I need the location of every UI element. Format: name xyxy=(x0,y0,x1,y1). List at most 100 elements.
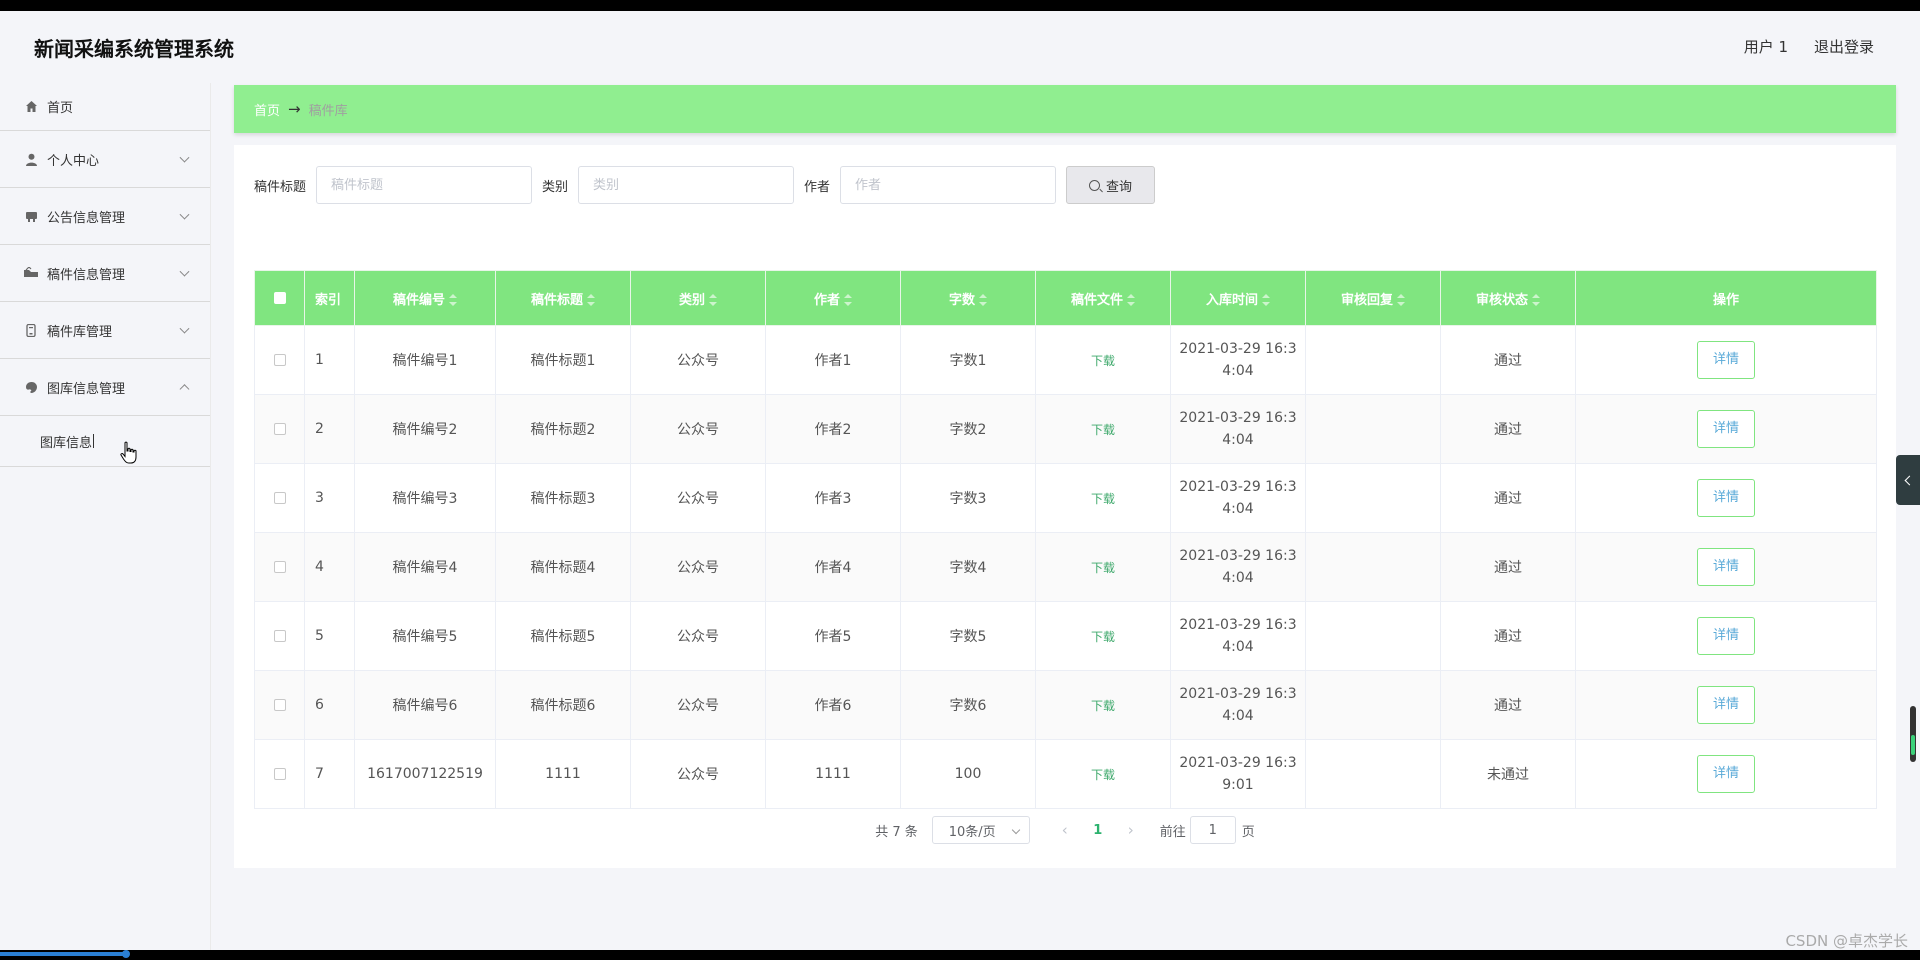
sort-icon[interactable] xyxy=(1127,294,1135,306)
row-checkbox[interactable] xyxy=(273,768,286,780)
download-link[interactable]: 下载 xyxy=(1091,768,1115,782)
cell-code: 稿件编号2 xyxy=(354,394,496,464)
time-line-2: 4:04 xyxy=(1222,432,1254,448)
sort-icon[interactable] xyxy=(587,294,595,306)
row-checkbox[interactable] xyxy=(273,630,286,642)
sidebar-item-home[interactable]: 首页 xyxy=(0,83,210,131)
sidebar-subitem-gallery-info[interactable]: 图库信息 xyxy=(0,416,210,467)
table-row: 5 稿件编号5 稿件标题5 公众号 作者5 字数5 下载 2021-03-29 16:3 4:0… xyxy=(254,601,1877,671)
row-select-cell[interactable] xyxy=(254,394,305,464)
side-panel-toggle[interactable] xyxy=(1896,455,1920,505)
download-link[interactable]: 下载 xyxy=(1091,630,1115,644)
column-header-category[interactable]: 类别 xyxy=(630,270,766,326)
query-button[interactable]: 查询 xyxy=(1066,166,1156,204)
cell-category: 公众号 xyxy=(630,739,766,809)
row-checkbox[interactable] xyxy=(273,561,286,573)
time-line-1: 2021-03-29 16:3 xyxy=(1179,479,1297,495)
logout-link[interactable]: 退出登录 xyxy=(1814,36,1874,57)
cell-title: 稿件标题3 xyxy=(495,463,631,533)
column-header-time[interactable]: 入库时间 xyxy=(1170,270,1306,326)
sidebar-item-library[interactable]: 稿件库管理 xyxy=(0,302,210,359)
sidebar-item-notice[interactable]: 公告信息管理 xyxy=(0,188,210,245)
cell-file: 下载 xyxy=(1035,601,1171,671)
download-link[interactable]: 下载 xyxy=(1091,492,1115,506)
cell-title: 稿件标题4 xyxy=(495,532,631,602)
row-select-cell[interactable] xyxy=(254,325,305,395)
download-link[interactable]: 下载 xyxy=(1091,354,1115,368)
row-select-cell[interactable] xyxy=(254,601,305,671)
app-title: 新闻采编系统管理系统 xyxy=(34,37,234,61)
download-link[interactable]: 下载 xyxy=(1091,423,1115,437)
column-header-reply[interactable]: 审核回复 xyxy=(1305,270,1441,326)
sort-icon[interactable] xyxy=(709,294,717,306)
column-header-title[interactable]: 稿件标题 xyxy=(495,270,631,326)
scrollbar-thumb[interactable] xyxy=(1911,735,1915,755)
cell-time: 2021-03-29 16:3 4:04 xyxy=(1170,325,1306,395)
page-number-current[interactable]: 1 xyxy=(1080,823,1116,838)
top-frame-bar xyxy=(0,0,1920,11)
sort-icon[interactable] xyxy=(449,294,457,306)
select-all-checkbox[interactable] xyxy=(273,292,286,304)
title-filter-input[interactable] xyxy=(316,166,533,204)
breadcrumb-home-link[interactable]: 首页 xyxy=(254,100,280,119)
cell-code: 稿件编号1 xyxy=(354,325,496,395)
detail-button[interactable]: 详情 xyxy=(1697,686,1755,724)
row-select-cell[interactable] xyxy=(254,670,305,740)
cell-code: 稿件编号4 xyxy=(354,532,496,602)
detail-button[interactable]: 详情 xyxy=(1697,479,1755,517)
detail-button[interactable]: 详情 xyxy=(1697,617,1755,655)
column-header-file[interactable]: 稿件文件 xyxy=(1035,270,1171,326)
user-icon xyxy=(24,152,38,166)
sort-icon[interactable] xyxy=(1262,294,1270,306)
cell-reply xyxy=(1305,325,1441,395)
row-select-cell[interactable] xyxy=(254,532,305,602)
cell-author: 作者2 xyxy=(765,394,901,464)
row-checkbox[interactable] xyxy=(273,354,286,366)
sidebar-item-personal-center[interactable]: 个人中心 xyxy=(0,131,210,188)
sort-icon[interactable] xyxy=(1532,294,1540,306)
cell-code: 1617007122519 xyxy=(354,739,496,809)
table-row: 2 稿件编号2 稿件标题2 公众号 作者2 字数2 下载 2021-03-29 16:3 4:0… xyxy=(254,394,1877,464)
cell-index: 6 xyxy=(304,670,355,740)
download-link[interactable]: 下载 xyxy=(1091,561,1115,575)
time-line-1: 2021-03-29 16:3 xyxy=(1179,410,1297,426)
row-checkbox[interactable] xyxy=(273,699,286,711)
cell-title: 稿件标题2 xyxy=(495,394,631,464)
cell-words: 100 xyxy=(900,739,1036,809)
sidebar-item-manuscript[interactable]: 稿件信息管理 xyxy=(0,245,210,302)
cell-index: 7 xyxy=(304,739,355,809)
cell-category: 公众号 xyxy=(630,463,766,533)
category-filter-input[interactable] xyxy=(578,166,795,204)
cell-status: 通过 xyxy=(1440,394,1576,464)
author-filter-input[interactable] xyxy=(840,166,1057,204)
prev-page-button[interactable]: ‹ xyxy=(1050,821,1080,839)
cell-title: 稿件标题6 xyxy=(495,670,631,740)
detail-button[interactable]: 详情 xyxy=(1697,341,1755,379)
row-select-cell[interactable] xyxy=(254,739,305,809)
select-all-header[interactable] xyxy=(254,270,305,326)
page-size-select[interactable]: 10条/页 xyxy=(931,816,1030,844)
goto-page-input[interactable] xyxy=(1189,816,1236,844)
goto-label: 前往 xyxy=(1159,824,1186,840)
download-link[interactable]: 下载 xyxy=(1091,699,1115,713)
column-header-status[interactable]: 审核状态 xyxy=(1440,270,1576,326)
row-checkbox[interactable] xyxy=(273,492,286,504)
sort-icon[interactable] xyxy=(844,294,852,306)
row-checkbox[interactable] xyxy=(273,423,286,435)
row-select-cell[interactable] xyxy=(254,463,305,533)
search-form: 稿件标题 类别 作者 查询 xyxy=(254,165,1156,205)
sidebar: 首页 个人中心 公告信息管理 稿件信息管理 稿件库管理 图库信息管理 图库信息 xyxy=(0,83,211,950)
sort-icon[interactable] xyxy=(1397,294,1405,306)
column-header-author[interactable]: 作者 xyxy=(765,270,901,326)
detail-button[interactable]: 详情 xyxy=(1697,410,1755,448)
pagination-total: 共 7 条 xyxy=(875,824,918,840)
sidebar-item-gallery[interactable]: 图库信息管理 xyxy=(0,359,210,416)
cell-category: 公众号 xyxy=(630,532,766,602)
sort-icon[interactable] xyxy=(979,294,987,306)
next-page-button[interactable]: › xyxy=(1116,821,1146,839)
column-header-code[interactable]: 稿件编号 xyxy=(354,270,496,326)
detail-button[interactable]: 详情 xyxy=(1697,548,1755,586)
column-header-words[interactable]: 字数 xyxy=(900,270,1036,326)
cell-actions: 详情 xyxy=(1575,532,1877,602)
detail-button[interactable]: 详情 xyxy=(1697,755,1755,793)
